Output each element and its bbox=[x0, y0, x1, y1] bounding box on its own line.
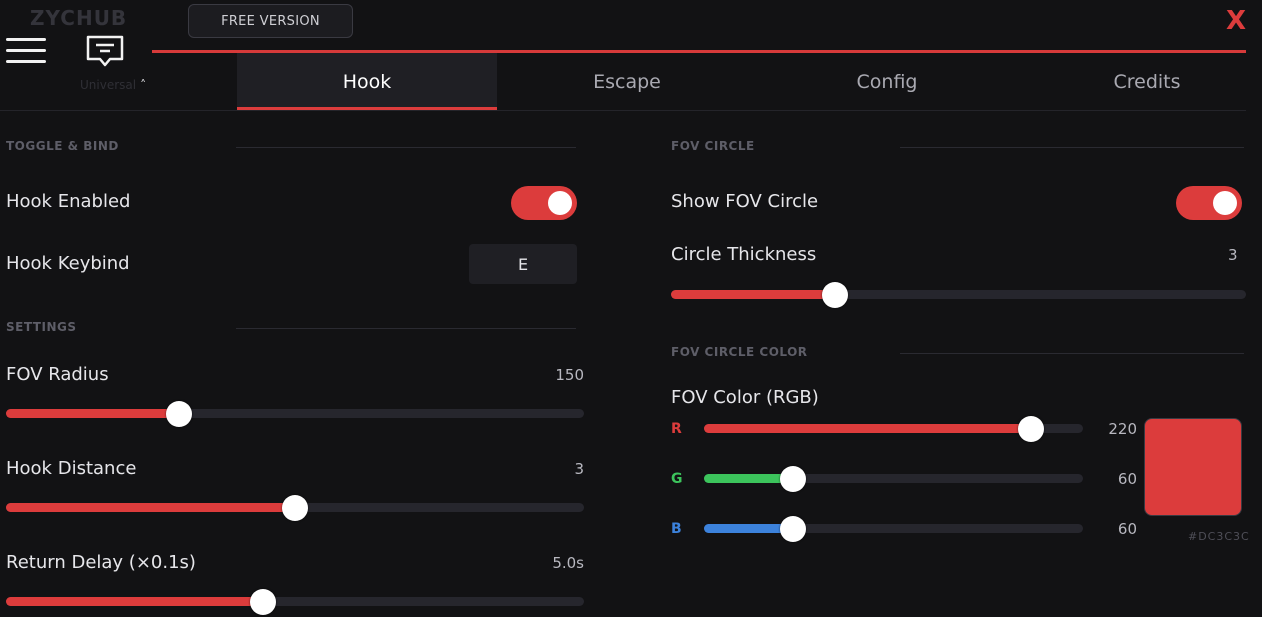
return-delay-value: 5.0s bbox=[552, 554, 584, 572]
chat-icon[interactable] bbox=[84, 34, 126, 70]
return-delay-label: Return Delay (×0.1s) bbox=[6, 552, 196, 573]
tab-bar: Hook Escape Config Credits bbox=[237, 53, 1262, 111]
tab-credits[interactable]: Credits bbox=[1017, 53, 1262, 111]
app-subtitle-text: Universal bbox=[80, 78, 137, 92]
slider-thumb[interactable] bbox=[282, 495, 308, 521]
slider-thumb[interactable] bbox=[780, 466, 807, 492]
toggle-knob bbox=[548, 191, 572, 215]
green-channel-slider[interactable] bbox=[704, 466, 1083, 492]
section-title-fov-circle-color: FOV CIRCLE COLOR bbox=[671, 345, 808, 359]
chevron-up-icon: ˄ bbox=[140, 78, 147, 92]
slider-fill bbox=[6, 409, 180, 418]
red-channel-label: R bbox=[671, 421, 682, 437]
slider-thumb[interactable] bbox=[166, 401, 193, 427]
section-divider bbox=[236, 328, 576, 329]
red-channel-value: 220 bbox=[1108, 420, 1137, 438]
color-hex-label: #DC3C3C bbox=[1188, 530, 1250, 543]
circle-thickness-value: 3 bbox=[1228, 246, 1238, 264]
app-logo: ZYCHUB bbox=[30, 6, 128, 30]
slider-thumb[interactable] bbox=[250, 589, 277, 615]
app-subtitle[interactable]: Universal ˄ bbox=[80, 78, 146, 92]
fov-radius-value: 150 bbox=[555, 366, 584, 384]
tab-hook[interactable]: Hook bbox=[237, 53, 497, 111]
hook-enabled-label: Hook Enabled bbox=[6, 191, 131, 212]
close-button[interactable]: X bbox=[1226, 6, 1246, 36]
red-channel-slider[interactable] bbox=[704, 416, 1083, 442]
tab-divider bbox=[0, 110, 1246, 111]
tab-config[interactable]: Config bbox=[757, 53, 1017, 111]
return-delay-slider[interactable] bbox=[6, 589, 584, 615]
slider-fill bbox=[671, 290, 836, 299]
color-preview-swatch[interactable] bbox=[1144, 418, 1242, 516]
section-divider bbox=[236, 147, 576, 148]
hook-keybind-button[interactable]: E bbox=[469, 244, 577, 284]
blue-channel-label: B bbox=[671, 521, 682, 537]
blue-channel-value: 60 bbox=[1117, 520, 1137, 538]
green-channel-label: G bbox=[671, 471, 683, 487]
fov-radius-label: FOV Radius bbox=[6, 364, 109, 385]
toggle-knob bbox=[1213, 191, 1237, 215]
fov-color-label: FOV Color (RGB) bbox=[671, 387, 819, 408]
section-divider bbox=[900, 147, 1244, 148]
slider-fill bbox=[704, 424, 1032, 433]
menu-icon[interactable] bbox=[6, 36, 46, 64]
hook-distance-slider[interactable] bbox=[6, 495, 584, 521]
slider-fill bbox=[6, 597, 264, 606]
show-fov-circle-label: Show FOV Circle bbox=[671, 191, 819, 212]
free-version-button[interactable]: FREE VERSION bbox=[188, 4, 353, 38]
hook-distance-value: 3 bbox=[574, 460, 584, 478]
section-title-settings: SETTINGS bbox=[6, 320, 77, 334]
hook-distance-label: Hook Distance bbox=[6, 458, 137, 479]
show-fov-circle-toggle[interactable] bbox=[1176, 186, 1242, 220]
blue-channel-slider[interactable] bbox=[704, 516, 1083, 542]
hook-keybind-label: Hook Keybind bbox=[6, 253, 130, 274]
green-channel-value: 60 bbox=[1117, 470, 1137, 488]
section-title-toggle-bind: TOGGLE & BIND bbox=[6, 139, 119, 153]
slider-thumb[interactable] bbox=[1018, 416, 1045, 442]
section-divider bbox=[900, 353, 1244, 354]
fov-radius-slider[interactable] bbox=[6, 401, 584, 427]
circle-thickness-label: Circle Thickness bbox=[671, 244, 817, 265]
slider-fill bbox=[6, 503, 295, 512]
hook-enabled-toggle[interactable] bbox=[511, 186, 577, 220]
tab-escape[interactable]: Escape bbox=[497, 53, 757, 111]
slider-thumb[interactable] bbox=[780, 516, 807, 542]
section-title-fov-circle: FOV CIRCLE bbox=[671, 139, 755, 153]
circle-thickness-slider[interactable] bbox=[671, 282, 1246, 308]
slider-thumb[interactable] bbox=[822, 282, 849, 308]
